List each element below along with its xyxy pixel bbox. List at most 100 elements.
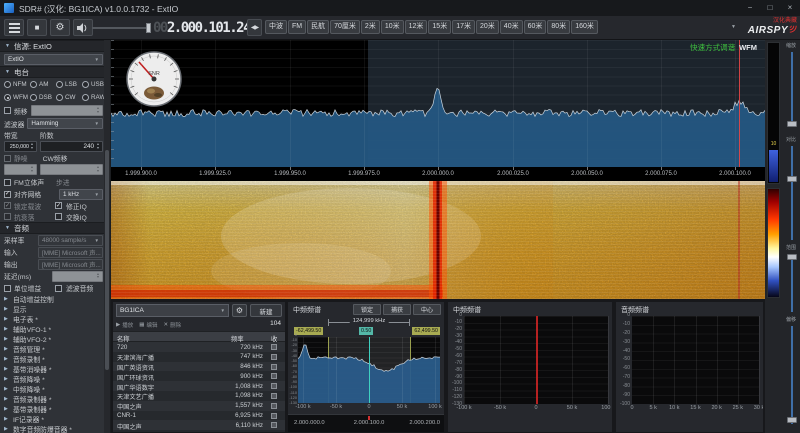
squelch-input[interactable]: ▲▼ xyxy=(4,164,37,175)
audio-output-select[interactable]: [MME] Microsoft 声...▼ xyxy=(38,259,103,270)
if-spectrum-plot[interactable] xyxy=(464,316,608,404)
row-checkbox[interactable] xyxy=(271,354,277,360)
group-select[interactable]: BG1ICA▼ xyxy=(116,304,229,317)
table-row[interactable]: 中国之声6,110 kHz xyxy=(113,420,285,430)
band-button[interactable]: FM xyxy=(288,20,306,34)
maximize-button[interactable]: □ xyxy=(762,2,778,14)
table-row[interactable]: 天津文艺广播1,098 kHz xyxy=(113,391,285,401)
table-row[interactable]: 720720 kHz xyxy=(113,342,285,352)
band-button[interactable]: 中波 xyxy=(265,20,287,34)
band-button[interactable]: 160米 xyxy=(571,20,598,34)
play-action[interactable]: ▶播放 xyxy=(116,321,133,329)
filter-audio-checkbox[interactable] xyxy=(55,285,62,292)
settings-button[interactable]: ⚙ xyxy=(50,19,70,36)
filter-right-marker[interactable]: 62,499.50 xyxy=(412,327,440,335)
band-button[interactable]: 民航 xyxy=(307,20,329,34)
fm-stereo-checkbox[interactable] xyxy=(4,179,11,186)
anti-fading-checkbox[interactable] xyxy=(4,213,11,220)
slider-thumb-1[interactable] xyxy=(787,176,797,182)
bandwidth-input[interactable]: 250,000▲▼ xyxy=(4,141,37,152)
mode-cw[interactable]: CW xyxy=(56,94,82,101)
sidebar-section-13[interactable]: ▶数字音频防爆音器 * xyxy=(0,424,109,433)
sidebar-section-10[interactable]: ▶音频录制器 * xyxy=(0,394,109,404)
mode-lsb[interactable]: LSB xyxy=(56,81,82,88)
band-button[interactable]: 70厘米 xyxy=(330,20,360,34)
table-row[interactable]: CNR-16,925 kHz xyxy=(113,411,285,421)
close-button[interactable]: × xyxy=(782,2,798,14)
shift-checkbox[interactable] xyxy=(4,107,11,114)
row-checkbox[interactable] xyxy=(271,422,277,428)
step-select[interactable]: 1 kHz▼ xyxy=(59,189,103,200)
row-checkbox[interactable] xyxy=(271,344,277,350)
sidebar-section-7[interactable]: ▶基带消噪器 * xyxy=(0,364,109,374)
mode-dsb[interactable]: DSB xyxy=(30,94,56,101)
sidebar-section-2[interactable]: ▶电子表 * xyxy=(0,314,109,324)
table-row[interactable]: 国广华语数字1,008 kHz xyxy=(113,381,285,391)
audio-section-header[interactable]: ▼音频 xyxy=(0,222,109,234)
sidebar-section-12[interactable]: ▶IF记录器 * xyxy=(0,414,109,424)
sidebar-section-5[interactable]: ▶音频管理 * xyxy=(0,344,109,354)
sidebar-section-3[interactable]: ▶辅助VFO-1 * xyxy=(0,324,109,334)
order-input[interactable]: 240▲▼ xyxy=(40,141,103,152)
band-button[interactable]: 40米 xyxy=(500,20,523,34)
slider-thumb-0[interactable] xyxy=(787,121,797,127)
table-row[interactable]: 国广环球资讯900 kHz xyxy=(113,371,285,381)
sidebar-section-8[interactable]: ▶音频降噪 * xyxy=(0,374,109,384)
titlebar[interactable]: SDR# (汉化: BG1ICA) v1.0.0.1732 - ExtIO − … xyxy=(0,0,800,16)
correct-iq-checkbox[interactable]: ✓ xyxy=(55,202,62,209)
sidebar-section-4[interactable]: ▶辅助VFO-2 * xyxy=(0,334,109,344)
band-button[interactable]: 80米 xyxy=(547,20,570,34)
band-button[interactable]: 20米 xyxy=(476,20,499,34)
band-button[interactable]: 15米 xyxy=(428,20,451,34)
sidebar-section-9[interactable]: ▶中频降噪 * xyxy=(0,384,109,394)
filter-select[interactable]: Hamming▼ xyxy=(27,118,103,129)
tune-step-buttons[interactable]: ◀▶ xyxy=(247,19,262,36)
radio-section-header[interactable]: ▼电台 xyxy=(0,66,109,78)
edit-action[interactable]: ▦编辑 xyxy=(139,321,157,329)
unity-gain-checkbox[interactable] xyxy=(4,285,11,292)
minimize-button[interactable]: − xyxy=(742,2,758,14)
center-marker[interactable]: 0.50 xyxy=(359,327,373,335)
slider-thumb-2[interactable] xyxy=(787,254,797,260)
mute-button[interactable] xyxy=(73,19,93,36)
table-row[interactable]: 天津滨海广播747 kHz xyxy=(113,352,285,362)
menu-button[interactable] xyxy=(4,19,24,36)
volume-slider[interactable] xyxy=(92,27,150,29)
chevron-down-icon[interactable]: ▼ xyxy=(731,24,736,30)
band-button[interactable]: 60米 xyxy=(524,20,547,34)
mode-nfm[interactable]: NFM xyxy=(4,81,30,88)
sidebar-scrollbar-thumb[interactable] xyxy=(105,150,109,370)
lock-carrier-checkbox[interactable]: ✓ xyxy=(4,202,11,209)
table-row[interactable]: 中国之声1,557 kHz xyxy=(113,401,285,411)
manager-settings-button[interactable]: ⚙ xyxy=(232,304,247,317)
sidebar-section-6[interactable]: ▶音频录制 * xyxy=(0,354,109,364)
new-entry-button[interactable]: 新建 xyxy=(250,304,282,317)
source-select[interactable]: ExtIO▼ xyxy=(4,54,103,65)
row-checkbox[interactable] xyxy=(271,364,277,370)
shift-input[interactable]: ▲▼ xyxy=(31,105,103,116)
sidebar-section-11[interactable]: ▶基带录制器 * xyxy=(0,404,109,414)
band-button[interactable]: 10米 xyxy=(381,20,404,34)
row-checkbox[interactable] xyxy=(271,403,277,409)
slider-thumb-3[interactable] xyxy=(787,417,797,423)
tuning-line[interactable] xyxy=(739,40,740,167)
waterfall[interactable] xyxy=(111,181,765,299)
snap-checkbox[interactable]: ✓ xyxy=(4,191,11,198)
if-zoom-button-2[interactable]: 中心 xyxy=(413,304,441,315)
rf-spectrum-plot[interactable]: SNR 快速方式调谐WFM xyxy=(111,40,765,167)
band-button[interactable]: 17米 xyxy=(452,20,475,34)
audio-spectrum-plot[interactable] xyxy=(632,316,759,404)
squelch-checkbox[interactable] xyxy=(4,155,11,162)
if-zoom-button-0[interactable]: 锁定 xyxy=(353,304,381,315)
source-section-header[interactable]: ▼信源: ExtIO xyxy=(0,40,109,52)
volume-slider-thumb[interactable] xyxy=(146,23,151,33)
band-button[interactable]: 12米 xyxy=(405,20,428,34)
row-checkbox[interactable] xyxy=(271,373,277,379)
delete-action[interactable]: ✕删除 xyxy=(163,321,181,329)
table-row[interactable]: 国广英语资讯846 kHz xyxy=(113,362,285,372)
latency-input[interactable]: ▲▼ xyxy=(52,271,103,282)
frequency-display[interactable]: 002.000.101.249 xyxy=(153,18,257,38)
sidebar-section-1[interactable]: ▶显示 xyxy=(0,304,109,314)
stop-button[interactable]: ■ xyxy=(27,19,47,36)
swap-iq-checkbox[interactable] xyxy=(55,213,62,220)
